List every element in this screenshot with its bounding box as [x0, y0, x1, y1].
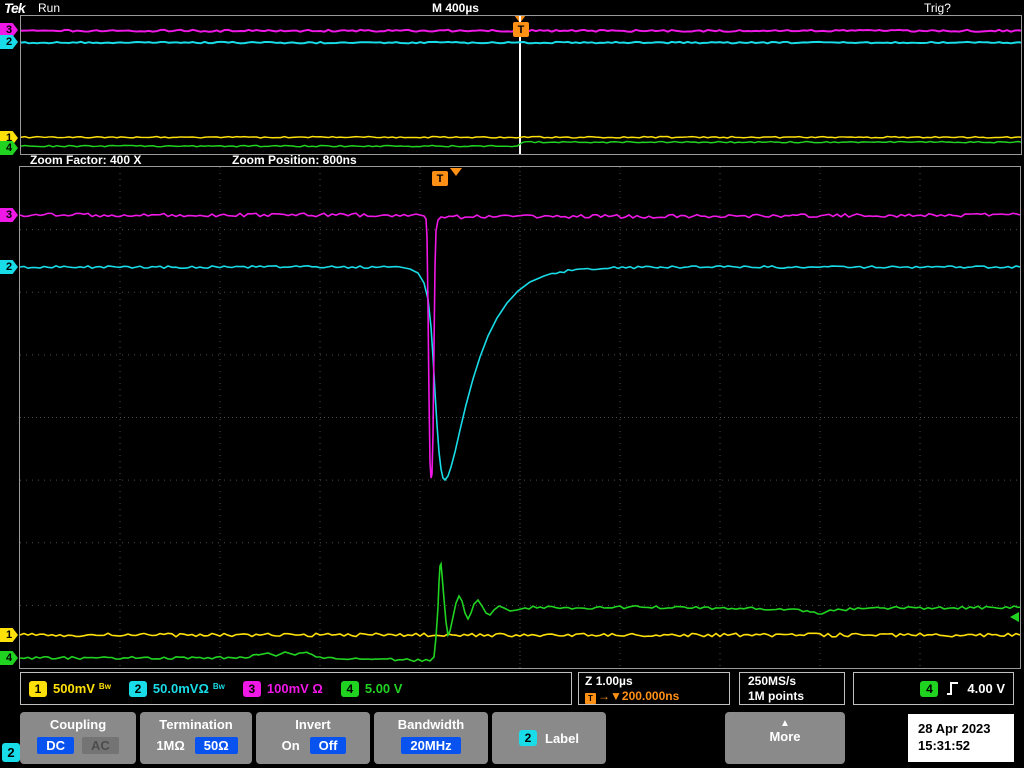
oscilloscope-screen: Tek Run M 400µs Trig? T 3 2 1 4 Zoom Fac… — [0, 0, 1024, 768]
rising-edge-icon — [947, 682, 959, 695]
selected-channel-badge[interactable]: 2 — [2, 743, 20, 762]
trigger-icon: T — [585, 693, 596, 704]
ch3-scale: 100mV Ω — [266, 681, 323, 696]
more-up-arrow-icon: ▲ — [780, 718, 790, 729]
trigger-source-badge[interactable]: 4 — [920, 680, 939, 697]
trigger-status: Trig? — [924, 1, 951, 15]
invert-on-option[interactable]: On — [280, 737, 302, 754]
date-value: 28 Apr 2023 — [918, 721, 991, 736]
ch2-overview-badge[interactable]: 2 — [0, 35, 18, 49]
termination-title: Termination — [159, 717, 233, 732]
coupling-button[interactable]: Coupling DC AC — [20, 712, 136, 764]
zoom-window — [19, 166, 1021, 669]
ch4-scale: 5.00 V — [364, 681, 403, 696]
ch1-bandwidth-limit-icon: Bw — [98, 682, 111, 691]
ch2-zoom-badge[interactable]: 2 — [0, 260, 18, 274]
zoom-z-label: Z — [585, 674, 593, 688]
more-title: More — [769, 729, 801, 744]
channel-scale-readouts: 1 500mV Bw 2 50.0mVΩ Bw 3 100mV Ω 4 5.00… — [20, 672, 572, 705]
time-value: 15:31:52 — [918, 738, 971, 753]
zoom-waveforms — [20, 167, 1020, 668]
zoom-factor-readout: Zoom Factor: 400 X — [30, 153, 142, 167]
ch1-scale: 500mV — [53, 681, 95, 696]
coupling-ac-option[interactable]: AC — [82, 737, 119, 754]
bandwidth-20mhz-option[interactable]: 20MHz — [401, 737, 461, 754]
zoom-reference-marker-icon[interactable] — [450, 168, 462, 176]
overview-window: T — [20, 15, 1022, 155]
bandwidth-title: Bandwidth — [397, 717, 465, 732]
ch4-zoom-badge[interactable]: 4 — [0, 651, 18, 665]
label-title: Label — [545, 730, 579, 746]
ch2-bandwidth-limit-icon: Bw — [212, 682, 225, 691]
label-channel-badge: 2 — [519, 730, 538, 746]
ch2-scale: 50.0mVΩ — [152, 681, 209, 696]
tek-logo: Tek — [4, 0, 26, 16]
coupling-title: Coupling — [49, 717, 107, 732]
datetime-display: 28 Apr 2023 15:31:52 — [908, 714, 1014, 762]
sample-rate: 250MS/s — [748, 674, 797, 688]
zoom-scale-readout: Z 1.00µs T →▼200.000ns — [578, 672, 730, 705]
record-length: 1M points — [748, 689, 804, 703]
trigger-readout: 4 4.00 V — [853, 672, 1014, 705]
label-button[interactable]: 2 Label — [492, 712, 606, 764]
ch2-badge[interactable]: 2 — [128, 680, 147, 697]
bandwidth-button[interactable]: Bandwidth 20MHz — [374, 712, 488, 764]
ch1-badge[interactable]: 1 — [29, 680, 47, 697]
zoom-info-bar: Zoom Factor: 400 X Zoom Position: 800ns — [0, 153, 1024, 167]
zoom-trigger-marker[interactable]: T — [432, 171, 448, 186]
trace-ch1 — [21, 135, 1021, 139]
coupling-dc-option[interactable]: DC — [37, 737, 74, 754]
zoom-delay-arrows: →▼ — [598, 689, 622, 703]
ch4-badge[interactable]: 4 — [340, 680, 359, 697]
termination-50ohm-option[interactable]: 50Ω — [194, 737, 238, 754]
termination-button[interactable]: Termination 1MΩ 50Ω — [140, 712, 252, 764]
more-button[interactable]: ▲ More — [725, 712, 845, 764]
zoom-delay-value: 200.000ns — [621, 689, 680, 703]
acquisition-readout: 250MS/s 1M points — [739, 672, 845, 705]
ch3-zoom-badge[interactable]: 3 — [0, 208, 18, 222]
acquisition-status: Run — [38, 1, 61, 15]
trigger-level-marker[interactable] — [1010, 612, 1019, 622]
invert-off-option[interactable]: Off — [309, 737, 347, 754]
timebase-readout: M 400µs — [432, 1, 479, 15]
zoom-scale-value: 1.00µs — [595, 674, 633, 688]
invert-title: Invert — [295, 717, 331, 732]
ch1-zoom-badge[interactable]: 1 — [0, 628, 18, 642]
termination-1mohm-option[interactable]: 1MΩ — [154, 737, 186, 754]
trigger-level-value: 4.00 V — [967, 681, 1005, 696]
zoom-position-readout: Zoom Position: 800ns — [232, 153, 357, 167]
trace-ch4 — [20, 561, 1020, 663]
invert-button[interactable]: Invert On Off — [256, 712, 370, 764]
ch3-badge[interactable]: 3 — [242, 680, 261, 697]
top-status-bar: Tek Run M 400µs Trig? — [0, 0, 1024, 16]
ch3-overview-badge[interactable]: 3 — [0, 23, 18, 37]
overview-trigger-marker[interactable]: T — [513, 22, 529, 37]
trace-ch3 — [20, 212, 1020, 479]
